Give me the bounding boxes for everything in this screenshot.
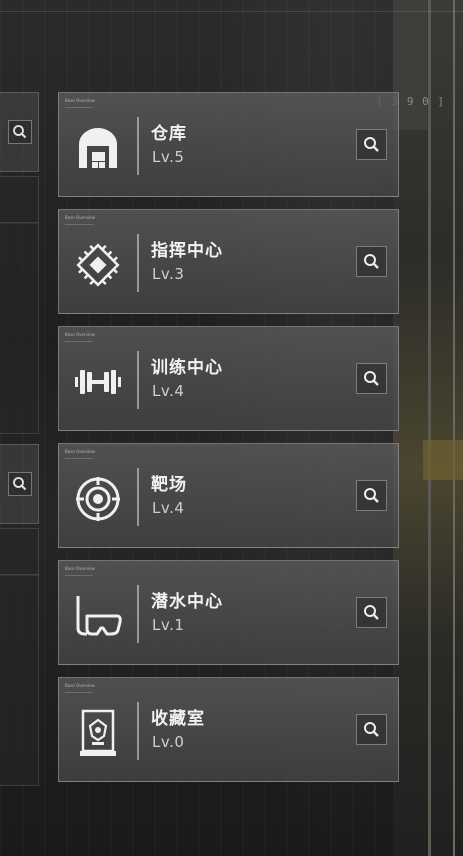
card-tag: Base Overview <box>65 215 95 220</box>
card-divider <box>137 585 139 643</box>
card-tag-line <box>65 341 93 342</box>
inspect-button[interactable] <box>356 246 387 277</box>
inspect-button[interactable] <box>356 129 387 160</box>
building-card-training-center[interactable]: Base Overview 训练中心 Lv.4 <box>58 326 399 431</box>
card-tag: Base Overview <box>65 449 95 454</box>
left-panel-partial <box>0 574 39 786</box>
card-divider <box>137 234 139 292</box>
search-icon <box>363 253 379 269</box>
left-card-partial[interactable] <box>0 92 39 172</box>
building-name: 收藏室 <box>151 709 205 729</box>
left-panel-partial <box>0 176 39 224</box>
background-light <box>423 440 463 480</box>
card-divider <box>137 117 139 175</box>
inspect-button[interactable] <box>356 597 387 628</box>
background-beam <box>428 0 431 856</box>
building-name: 仓库 <box>151 124 187 144</box>
background-beam <box>453 0 455 856</box>
card-divider <box>137 468 139 526</box>
search-icon <box>363 370 379 386</box>
card-tag: Base Overview <box>65 683 95 688</box>
left-card-partial[interactable] <box>0 444 39 524</box>
inspect-button[interactable] <box>356 480 387 511</box>
card-divider <box>137 702 139 760</box>
inspect-button[interactable] <box>356 714 387 745</box>
search-icon <box>13 125 27 139</box>
card-tag-line <box>65 107 93 108</box>
building-card-shooting-range[interactable]: Base Overview 靶场 Lv.4 <box>58 443 399 548</box>
background-line <box>0 11 463 12</box>
left-panel-partial <box>0 222 39 434</box>
search-icon <box>363 487 379 503</box>
inspect-button[interactable] <box>356 363 387 394</box>
building-card-warehouse[interactable]: Base Overview 仓库 Lv.5 <box>58 92 399 197</box>
building-name: 指挥中心 <box>151 241 223 261</box>
dumbbell-icon <box>73 359 123 405</box>
building-level: Lv.3 <box>152 265 185 283</box>
building-name: 潜水中心 <box>151 592 223 612</box>
card-divider <box>137 351 139 409</box>
search-icon <box>363 136 379 152</box>
left-panel-partial <box>0 528 39 576</box>
warehouse-icon <box>73 125 123 171</box>
building-level: Lv.4 <box>152 499 185 517</box>
search-icon <box>363 604 379 620</box>
left-search-button[interactable] <box>8 472 32 496</box>
building-name: 靶场 <box>151 475 187 495</box>
building-level: Lv.0 <box>152 733 185 751</box>
building-card-diving-center[interactable]: Base Overview 潜水中心 Lv.1 <box>58 560 399 665</box>
target-icon <box>73 476 123 522</box>
card-tag-line <box>65 575 93 576</box>
card-tag-line <box>65 458 93 459</box>
display-case-icon <box>73 709 123 756</box>
building-level: Lv.1 <box>152 616 185 634</box>
building-level: Lv.5 <box>152 148 185 166</box>
card-tag: Base Overview <box>65 98 95 103</box>
chip-icon <box>73 242 123 288</box>
building-name: 训练中心 <box>151 358 223 378</box>
card-tag: Base Overview <box>65 332 95 337</box>
search-icon <box>13 477 27 491</box>
search-icon <box>363 721 379 737</box>
left-search-button[interactable] <box>8 120 32 144</box>
card-tag: Base Overview <box>65 566 95 571</box>
building-card-collection-room[interactable]: Base Overview 收藏室 Lv.0 <box>58 677 399 782</box>
building-level: Lv.4 <box>152 382 185 400</box>
building-card-command-center[interactable]: Base Overview 指挥中心 Lv.3 <box>58 209 399 314</box>
card-tag-line <box>65 224 93 225</box>
diving-mask-icon <box>73 593 123 639</box>
card-tag-line <box>65 692 93 693</box>
